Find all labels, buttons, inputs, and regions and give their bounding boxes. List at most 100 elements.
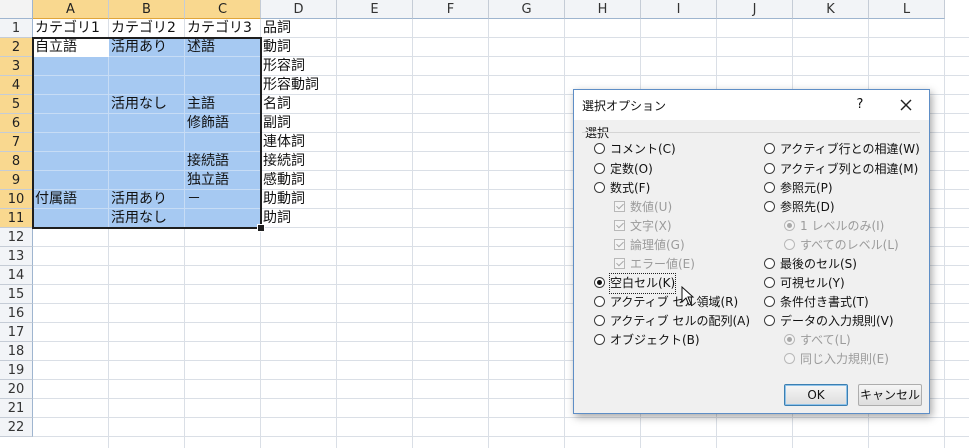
cell-a1[interactable]: カテゴリ1 <box>33 19 100 38</box>
radio-icon[interactable] <box>764 315 775 326</box>
radio-icon[interactable] <box>764 277 775 288</box>
cell-d10[interactable]: 助動詞 <box>261 190 305 209</box>
column-header-f[interactable]: F <box>413 0 489 19</box>
row-header-21[interactable]: 21 <box>0 399 33 418</box>
column-header-k[interactable]: K <box>793 0 869 19</box>
row-header-4[interactable]: 4 <box>0 76 33 95</box>
option-label: アクティブ列との相違(M) <box>780 162 919 176</box>
help-button[interactable]: ? <box>850 95 870 115</box>
checkbox-icon <box>614 220 625 231</box>
column-header-h[interactable]: H <box>565 0 641 19</box>
cell-d11[interactable]: 助詞 <box>261 209 291 228</box>
cell-d2[interactable]: 動詞 <box>261 38 291 57</box>
cell-d9[interactable]: 感動詞 <box>261 171 305 190</box>
option-label: 最後のセル(S) <box>780 257 857 271</box>
close-icon[interactable] <box>895 94 917 116</box>
option-label: 可視セル(Y) <box>780 276 845 290</box>
option-label: データの入力規則(V) <box>780 314 894 328</box>
column-header-l[interactable]: L <box>869 0 945 19</box>
option-label: エラー値(E) <box>630 257 695 271</box>
column-header-j[interactable]: J <box>717 0 793 19</box>
row-header-13[interactable]: 13 <box>0 247 33 266</box>
cell-d6[interactable]: 副詞 <box>261 114 291 133</box>
cell-b1[interactable]: カテゴリ2 <box>109 19 176 38</box>
row-header-22[interactable]: 22 <box>0 418 33 437</box>
radio-icon[interactable] <box>764 182 775 193</box>
row-header-1[interactable]: 1 <box>0 19 33 38</box>
row-header-8[interactable]: 8 <box>0 152 33 171</box>
radio-icon[interactable] <box>764 258 775 269</box>
row-header-5[interactable]: 5 <box>0 95 33 114</box>
radio-icon[interactable] <box>764 163 775 174</box>
cell-d4[interactable]: 形容動詞 <box>261 76 319 95</box>
radio-icon[interactable] <box>594 163 605 174</box>
column-header-b[interactable]: B <box>109 0 185 19</box>
radio-icon[interactable] <box>764 296 775 307</box>
cell-d5[interactable]: 名詞 <box>261 95 291 114</box>
row-header-19[interactable]: 19 <box>0 361 33 380</box>
option-label: 同じ入力規則(E) <box>800 352 889 366</box>
column-header-d[interactable]: D <box>261 0 337 19</box>
row-header-18[interactable]: 18 <box>0 342 33 361</box>
checkbox-icon <box>614 239 625 250</box>
row-header-9[interactable]: 9 <box>0 171 33 190</box>
row-header-10[interactable]: 10 <box>0 190 33 209</box>
option-label: 論理値(G) <box>630 238 685 252</box>
radio-icon <box>784 353 795 364</box>
column-header-g[interactable]: G <box>489 0 565 19</box>
row-header-11[interactable]: 11 <box>0 209 33 228</box>
cell-d8[interactable]: 接続詞 <box>261 152 305 171</box>
option-label: オブジェクト(B) <box>610 333 700 347</box>
radio-icon[interactable] <box>594 277 605 288</box>
cell-c1[interactable]: カテゴリ3 <box>185 19 252 38</box>
row-header-3[interactable]: 3 <box>0 57 33 76</box>
option-label: コメント(C) <box>610 142 676 156</box>
radio-icon[interactable] <box>594 143 605 154</box>
option-label: 参照先(D) <box>780 200 835 214</box>
row-header-15[interactable]: 15 <box>0 285 33 304</box>
option-label: 空白セル(K) <box>608 273 677 294</box>
cancel-button[interactable]: キャンセル <box>858 384 922 406</box>
option-label: 文字(X) <box>630 219 672 233</box>
checkbox-icon <box>614 258 625 269</box>
row-header-7[interactable]: 7 <box>0 133 33 152</box>
radio-icon <box>784 239 795 250</box>
checkbox-icon <box>614 201 625 212</box>
mouse-cursor-icon <box>681 286 695 306</box>
select-options-dialog: 選択オプション ? 選択 コメント(C) 定数(O) 数式(F) 数値(U) 文字(X)… <box>573 89 930 414</box>
row-header-2[interactable]: 2 <box>0 38 33 57</box>
option-label: 条件付き書式(T) <box>780 295 869 309</box>
radio-icon[interactable] <box>764 201 775 212</box>
select-all-corner[interactable] <box>0 0 33 19</box>
row-header-17[interactable]: 17 <box>0 323 33 342</box>
row-header-12[interactable]: 12 <box>0 228 33 247</box>
option-label: 数値(U) <box>630 200 673 214</box>
radio-icon <box>784 220 795 231</box>
fill-handle[interactable] <box>257 224 265 232</box>
cell-d3[interactable]: 形容詞 <box>261 57 305 76</box>
radio-icon <box>784 334 795 345</box>
ok-button[interactable]: OK <box>784 384 848 406</box>
radio-icon[interactable] <box>594 296 605 307</box>
radio-icon[interactable] <box>594 182 605 193</box>
radio-icon[interactable] <box>764 143 775 154</box>
option-label: すべてのレベル(L) <box>800 238 899 252</box>
column-header-i[interactable]: I <box>641 0 717 19</box>
row-header-6[interactable]: 6 <box>0 114 33 133</box>
row-header-14[interactable]: 14 <box>0 266 33 285</box>
column-header-a[interactable]: A <box>33 0 109 19</box>
cell-d1[interactable]: 品詞 <box>261 19 291 38</box>
selection-border <box>32 37 262 229</box>
option-label: アクティブ セルの配列(A) <box>610 314 751 328</box>
dialog-title-bar[interactable]: 選択オプション ? <box>574 90 929 120</box>
row-header-16[interactable]: 16 <box>0 304 33 323</box>
column-header-e[interactable]: E <box>337 0 413 19</box>
column-header-c[interactable]: C <box>185 0 261 19</box>
option-label: 1 レベルのみ(I) <box>800 219 885 233</box>
cell-d7[interactable]: 連体詞 <box>261 133 305 152</box>
row-header-20[interactable]: 20 <box>0 380 33 399</box>
dialog-title: 選択オプション <box>582 99 667 113</box>
option-label: 定数(O) <box>610 162 653 176</box>
radio-icon[interactable] <box>594 334 605 345</box>
radio-icon[interactable] <box>594 315 605 326</box>
